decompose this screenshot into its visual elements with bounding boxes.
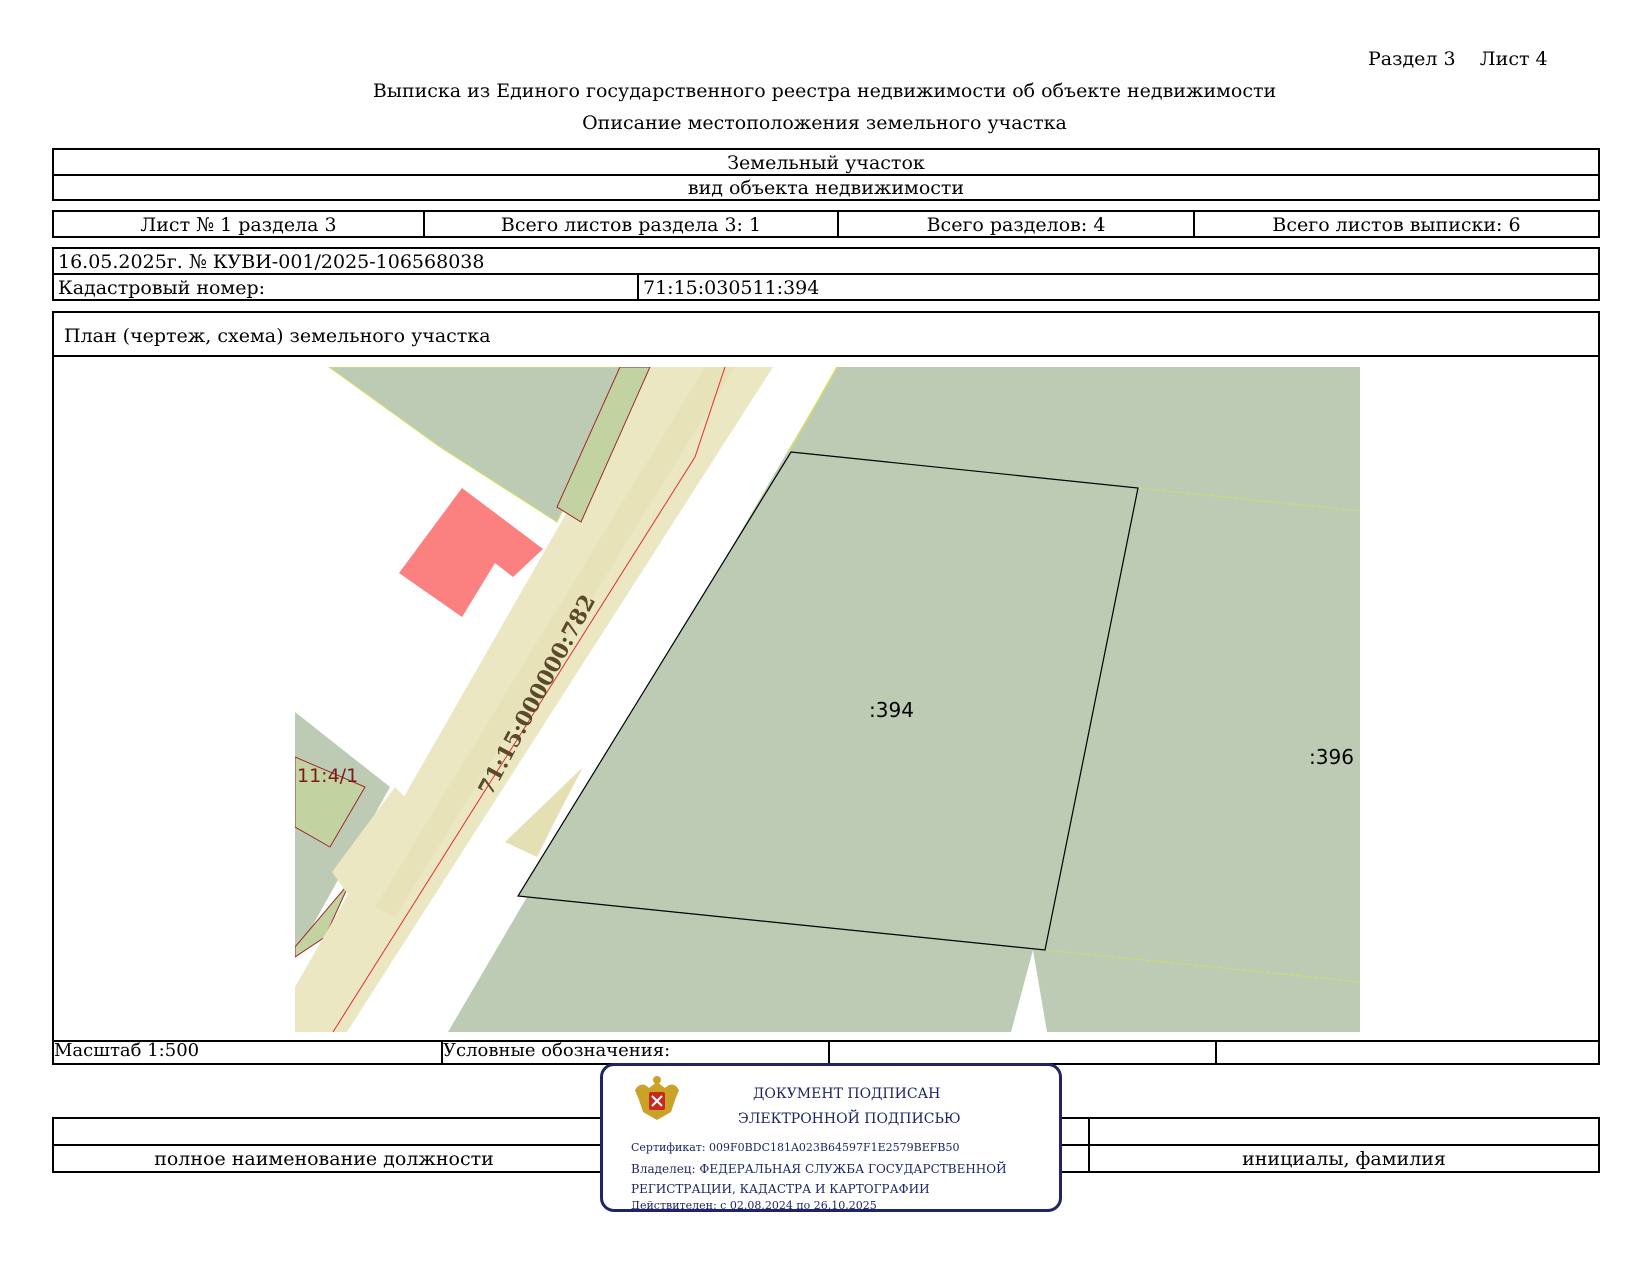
scale-label: Масштаб 1:500 [54,1040,200,1061]
document-subtitle: Описание местоположения земельного участ… [582,112,1067,134]
total-extract-sheets: Всего листов выписки: 6 [1193,212,1598,236]
scale-legend-row: Масштаб 1:500 Условные обозначения: [52,1040,1600,1065]
stamp-validity: Действителен: с 02.08.2024 по 26.10.2025 [631,1199,877,1212]
legend-cell-2 [828,1040,1215,1063]
plan-title-row: План (чертеж, схема) земельного участка [52,311,1600,357]
sheet-number: Лист № 1 раздела 3 [140,214,337,236]
cadastral-label: Кадастровый номер: [58,277,266,299]
registry-date-number: 16.05.2025г. № КУВИ-001/2025-106568038 [58,251,485,273]
object-caption-row: вид объекта недвижимости [52,174,1600,201]
cadastral-row: Кадастровый номер: 71:15:030511:394 [52,273,1600,301]
parcel-left-label: 11:4/1 [297,765,358,787]
object-type-caption: вид объекта недвижимости [687,177,965,199]
total-sections: Всего разделов: 4 [837,212,1193,236]
name-caption: инициалы, фамилия [1242,1148,1446,1170]
legend-label: Условные обозначения: [441,1040,828,1063]
electronic-signature-stamp: ДОКУМЕНТ ПОДПИСАН ЭЛЕКТРОННОЙ ПОДПИСЬЮ С… [600,1063,1062,1212]
stamp-certificate: Сертификат: 009F0BDC181A023B64597F1E2579… [631,1141,960,1154]
position-caption: полное наименование должности [154,1148,494,1170]
double-headed-eagle-emblem-icon [635,1076,679,1120]
stamp-owner-line-2: РЕГИСТРАЦИИ, КАДАСТРА И КАРТОГРАФИИ [631,1182,930,1196]
object-type-value: Земельный участок [727,152,925,174]
document-title: Выписка из Единого государственного реес… [372,80,1277,102]
legend-cell-3 [1215,1040,1598,1063]
registry-date-row: 16.05.2025г. № КУВИ-001/2025-106568038 [52,247,1600,275]
cadastral-value: 71:15:030511:394 [637,275,1598,299]
total-section-sheets: Всего листов раздела 3: 1 [423,212,837,236]
object-type-row: Земельный участок [52,148,1600,176]
stamp-line-1: ДОКУМЕНТ ПОДПИСАН [753,1086,941,1102]
section-sheet-label: Раздел 3 Лист 4 [1368,48,1548,70]
sheet-label: Лист 4 [1479,48,1548,70]
parcel-394-label: :394 [869,698,914,722]
parcel-396-label: :396 [1309,745,1354,769]
stamp-line-2: ЭЛЕКТРОННОЙ ПОДПИСЬЮ [738,1111,961,1127]
land-plot-map: :394 :396 71:15:000000:782 11:4/1 [295,367,1360,1032]
plan-title: План (чертеж, схема) земельного участка [64,325,491,347]
stamp-owner-line-1: Владелец: ФЕДЕРАЛЬНАЯ СЛУЖБА ГОСУДАРСТВЕ… [631,1162,1007,1176]
sheets-info-row: Лист № 1 раздела 3 Всего листов раздела … [52,210,1600,238]
section-label: Раздел 3 [1368,48,1456,70]
